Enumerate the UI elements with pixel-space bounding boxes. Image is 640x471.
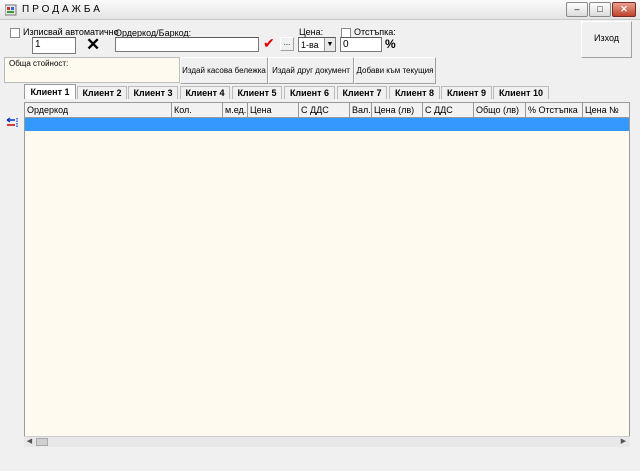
price-select[interactable]: 1-ва ▼	[298, 37, 336, 52]
browse-button[interactable]: ...	[280, 37, 294, 51]
column-header-ordercode[interactable]: Ордеркод	[25, 103, 172, 118]
items-grid[interactable]: Ордеркод Кол. м.ед. Цена С ДДС Вал. Цена…	[24, 102, 630, 447]
column-header-discount[interactable]: % Отстъпка	[526, 103, 583, 118]
horizontal-scrollbar[interactable]: ◀ ▶	[24, 436, 630, 447]
issue-receipt-button[interactable]: Издай касова бележка	[180, 57, 268, 84]
add-to-current-button[interactable]: Добави към текущия	[354, 57, 436, 84]
discount-label: Отстъпка:	[354, 27, 396, 37]
scroll-right-icon[interactable]: ▶	[619, 438, 628, 446]
tab-client-5[interactable]: Клиент 5	[232, 86, 282, 99]
app-icon	[5, 4, 17, 16]
column-header-total-bgn[interactable]: Общо (лв)	[474, 103, 526, 118]
tab-client-8[interactable]: Клиент 8	[389, 86, 440, 99]
scroll-left-icon[interactable]: ◀	[25, 438, 34, 446]
column-header-with-vat-bgn[interactable]: С ДДС	[423, 103, 474, 118]
auto-write-label: Изписвай автоматично	[23, 27, 119, 37]
column-header-unit[interactable]: м.ед.	[223, 103, 248, 118]
tab-client-6[interactable]: Клиент 6	[284, 86, 335, 99]
total-label: Обща стойност:	[9, 59, 69, 68]
confirm-check-icon[interactable]: ✔	[263, 35, 275, 52]
exit-button[interactable]: Изход	[581, 21, 632, 58]
price-select-value: 1-ва	[301, 40, 319, 50]
tab-client-9[interactable]: Клиент 9	[441, 86, 492, 99]
tab-client-7[interactable]: Клиент 7	[337, 86, 387, 99]
column-header-with-vat[interactable]: С ДДС	[299, 103, 350, 118]
column-header-price-bgn[interactable]: Цена (лв)	[372, 103, 423, 118]
window-title: ПРОДАЖБА	[22, 4, 103, 15]
chevron-down-icon[interactable]: ▼	[324, 38, 335, 51]
tab-client-2[interactable]: Клиент 2	[77, 86, 127, 99]
column-header-quantity[interactable]: Кол.	[172, 103, 223, 118]
title-bar: ПРОДАЖБА – □ ✕	[0, 0, 640, 20]
close-button[interactable]: ✕	[612, 2, 636, 17]
tab-client-10[interactable]: Клиент 10	[493, 86, 549, 99]
column-header-currency[interactable]: Вал.	[350, 103, 372, 118]
quantity-input[interactable]: 1	[32, 37, 76, 54]
column-header-price-no[interactable]: Цена №	[583, 103, 629, 118]
price-label: Цена:	[299, 27, 324, 37]
discount-input[interactable]: 0	[340, 37, 382, 52]
row-move-icon[interactable]	[6, 117, 20, 129]
barcode-input[interactable]	[115, 37, 259, 52]
tab-client-3[interactable]: Клиент 3	[128, 86, 178, 99]
selected-row[interactable]	[25, 118, 629, 131]
minimize-button[interactable]: –	[566, 2, 588, 17]
maximize-button[interactable]: □	[589, 2, 611, 17]
percent-sign: %	[385, 37, 396, 51]
tab-client-4[interactable]: Клиент 4	[180, 86, 230, 99]
total-panel: Обща стойност:	[4, 57, 180, 83]
column-header-price[interactable]: Цена	[248, 103, 299, 118]
clear-icon[interactable]: ✕	[86, 35, 100, 55]
scroll-thumb[interactable]	[36, 438, 48, 446]
auto-write-checkbox[interactable]	[10, 28, 20, 38]
tab-client-1[interactable]: Клиент 1	[24, 84, 76, 99]
issue-other-document-button[interactable]: Издай друг документ	[268, 57, 354, 84]
